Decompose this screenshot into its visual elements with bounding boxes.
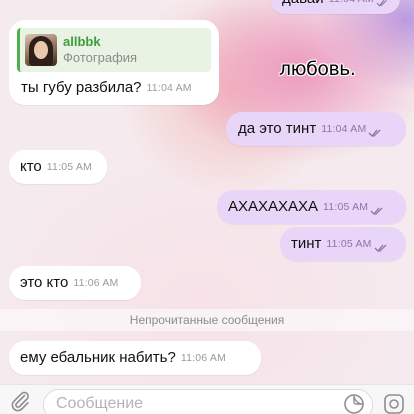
message-text: ты губу разбила? — [21, 79, 142, 96]
message-text: кто — [20, 158, 42, 175]
message-text: это кто — [20, 274, 69, 291]
reply-subtitle: Фотография — [63, 50, 138, 65]
message-incoming[interactable]: ему ебальник набить? 11:06 AM — [9, 341, 261, 375]
photo-thumbnail — [25, 34, 57, 66]
message-incoming[interactable]: кто 11:05 AM — [9, 150, 107, 184]
message-incoming-reply[interactable]: allbbk Фотография ты губу разбила? 11:04… — [9, 20, 219, 105]
sticker-overlay-text: любовь. — [279, 58, 356, 80]
message-text: да это тинт — [238, 120, 317, 137]
message-time: 11:04 AM — [321, 123, 367, 135]
message-outgoing[interactable]: да это тинт 11:04 AM — [226, 112, 406, 146]
message-time: 11:05 AM — [323, 201, 369, 213]
camera-icon[interactable] — [382, 392, 406, 414]
message-time: 11:06 AM — [73, 277, 119, 289]
message-time: 11:04 AM — [146, 82, 192, 94]
message-outgoing[interactable]: давай 11:04 AM — [270, 0, 400, 14]
unread-messages-divider: Непрочитанные сообщения — [0, 309, 414, 331]
message-time: 11:04 AM — [329, 0, 374, 8]
message-time: 11:05 AM — [326, 238, 372, 250]
read-checkmarks-icon — [368, 129, 381, 137]
message-input-placeholder: Сообщение — [56, 395, 144, 412]
message-outgoing[interactable]: тинт 11:05 AM — [280, 227, 406, 261]
message-text: ему ебальник набить? — [20, 349, 176, 366]
message-text: тинт — [291, 235, 322, 252]
message-incoming[interactable]: это кто 11:06 AM — [9, 266, 141, 300]
reply-author: allbbk — [63, 34, 101, 49]
message-time: 11:06 AM — [180, 352, 227, 364]
message-time: 11:05 AM — [46, 161, 92, 173]
sticker-icon[interactable] — [343, 393, 365, 414]
read-checkmarks-icon — [376, 0, 387, 7]
message-text: давай — [282, 0, 324, 8]
reply-preview[interactable]: allbbk Фотография — [17, 28, 211, 72]
message-outgoing[interactable]: АХАХАХАХА 11:05 AM — [217, 190, 406, 224]
read-checkmarks-icon — [374, 244, 387, 252]
read-checkmarks-icon — [370, 207, 383, 215]
message-text: АХАХАХАХА — [228, 198, 319, 215]
paperclip-icon[interactable] — [8, 389, 32, 413]
